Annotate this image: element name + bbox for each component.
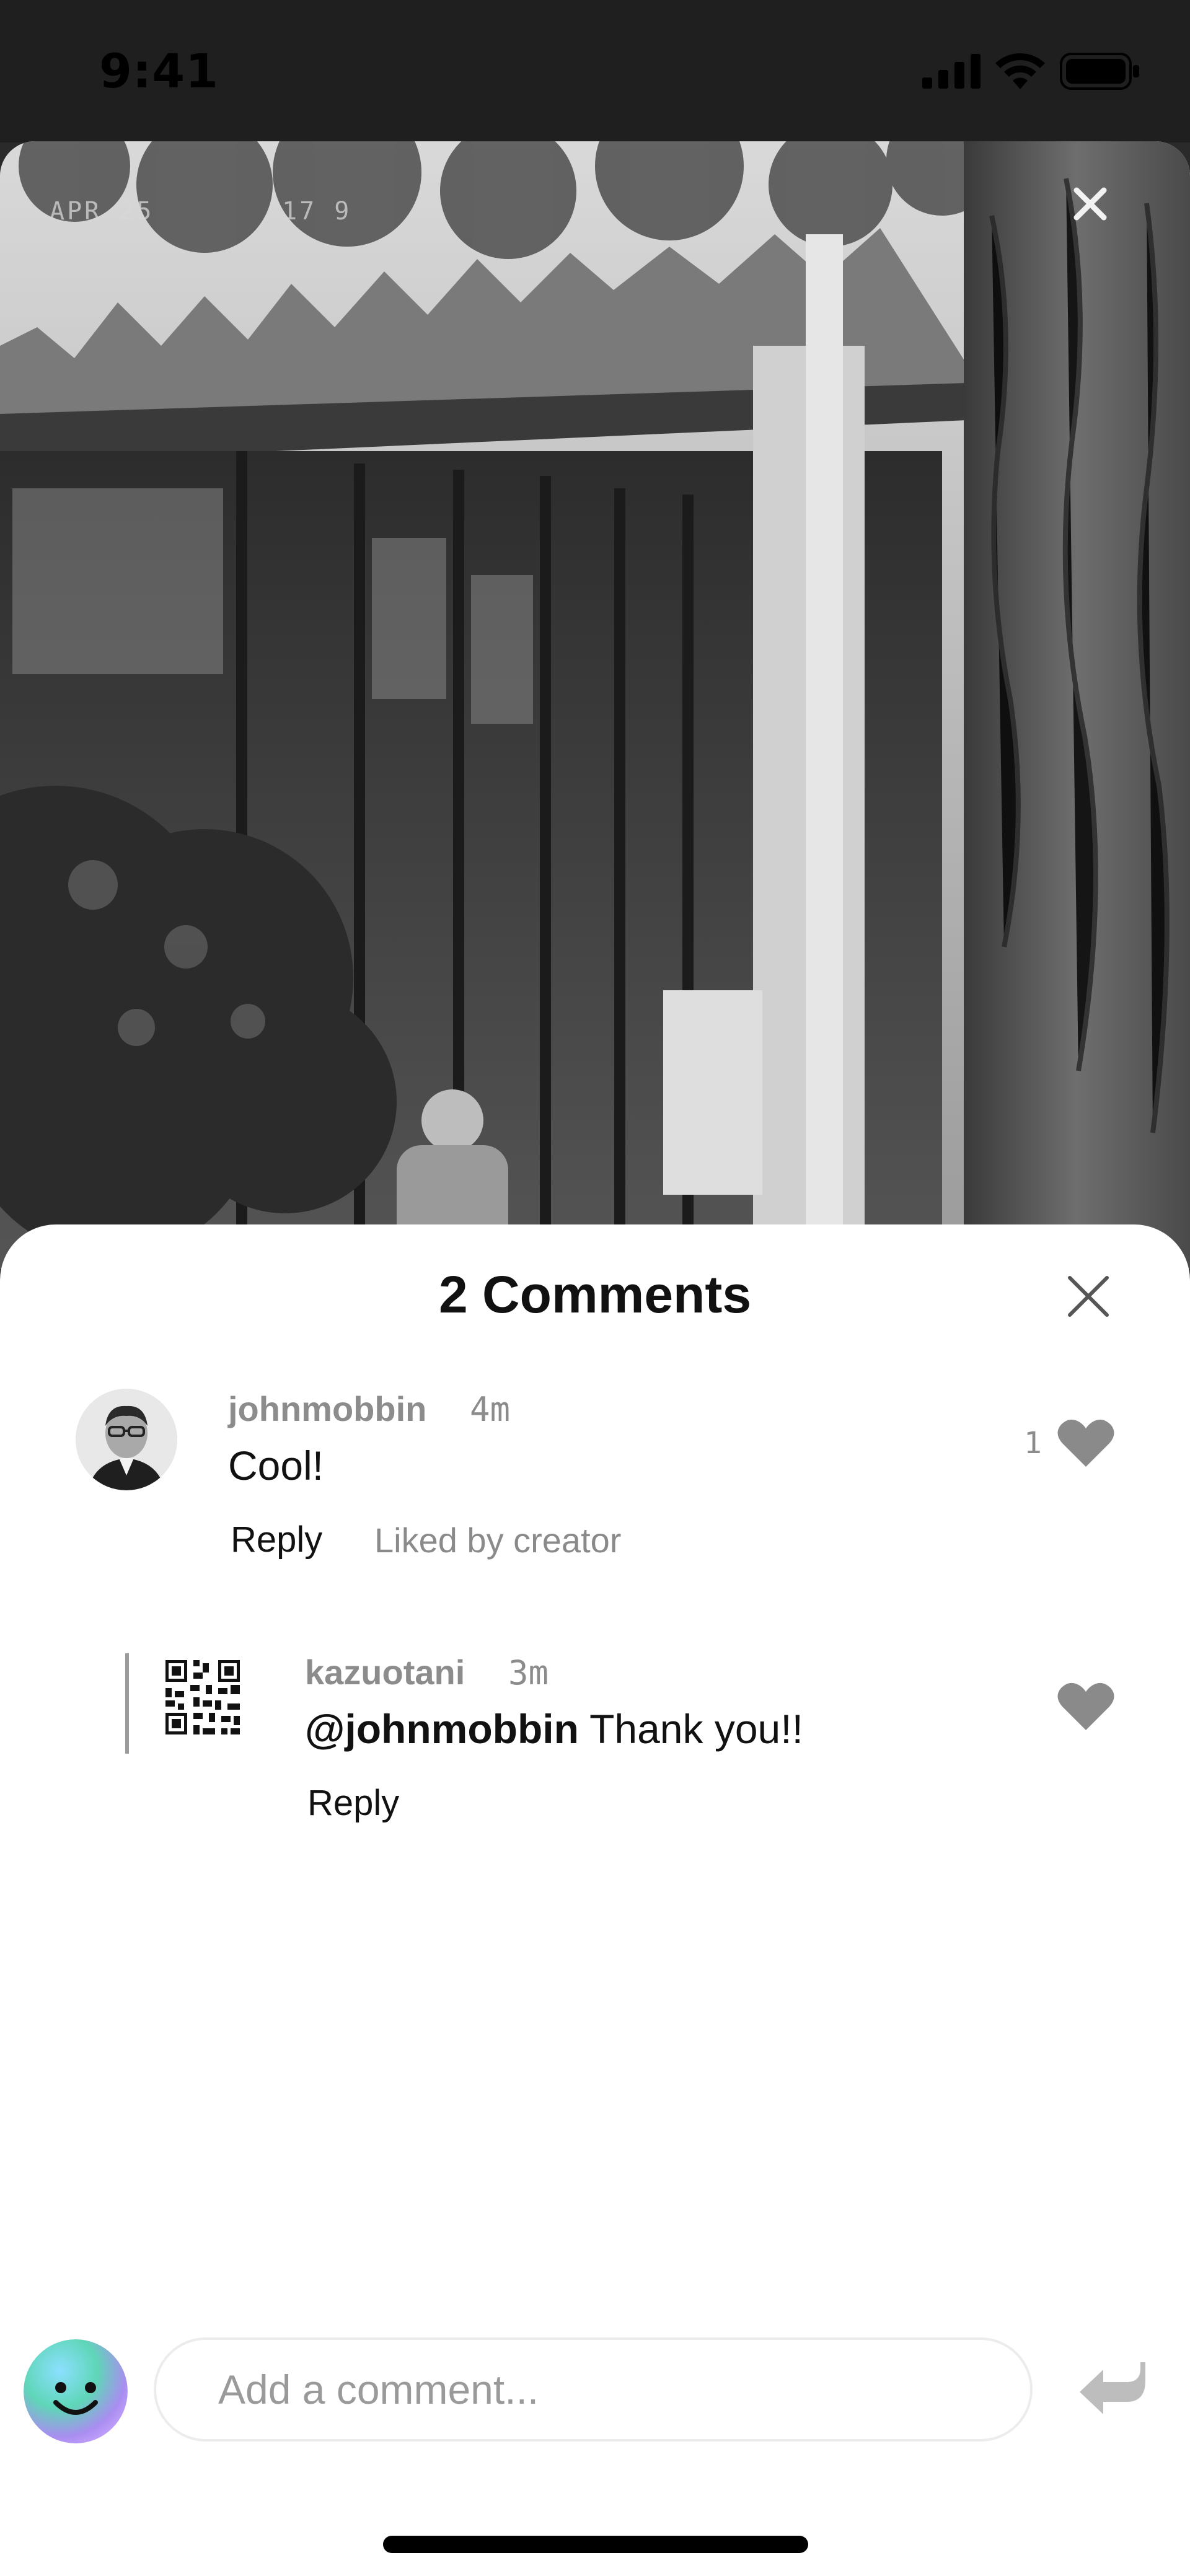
cafe-photo-image xyxy=(0,141,1190,1269)
comment-text: Cool! xyxy=(228,1442,324,1489)
reply-button[interactable]: Reply xyxy=(231,1519,322,1560)
avatar[interactable] xyxy=(162,1657,243,1738)
comment-time: 3m xyxy=(508,1653,549,1692)
status-icons xyxy=(922,53,1140,90)
comment-username[interactable]: johnmobbin xyxy=(228,1389,426,1429)
reply-button[interactable]: Reply xyxy=(307,1782,399,1824)
comments-title: 2 Comments xyxy=(438,1265,752,1324)
photo-date-stamp: APR 25 xyxy=(50,197,154,226)
wifi-icon xyxy=(995,53,1045,89)
qr-code-avatar-icon xyxy=(162,1657,243,1738)
battery-icon xyxy=(1060,53,1139,90)
comment-text: @johnmobbin Thank you!! xyxy=(305,1705,803,1752)
photo-time-stamp: 17 9 xyxy=(282,197,352,226)
composer-avatar[interactable] xyxy=(24,2339,128,2443)
cellular-signal-icon xyxy=(922,54,981,89)
comment-username[interactable]: kazuotani xyxy=(305,1652,465,1692)
close-story-button[interactable] xyxy=(1067,181,1113,227)
status-time: 9:41 xyxy=(99,43,219,99)
like-count: 1 xyxy=(1024,1426,1042,1461)
heart-icon[interactable] xyxy=(1057,1681,1114,1731)
story-photo: APR 25 17 9 xyxy=(0,141,1190,1269)
comment-input[interactable] xyxy=(154,2337,1033,2442)
comment-time: 4m xyxy=(470,1390,511,1429)
avatar[interactable] xyxy=(76,1389,177,1490)
heart-icon[interactable] xyxy=(1057,1417,1114,1468)
comment-body: Cool! xyxy=(228,1443,324,1488)
send-comment-button[interactable] xyxy=(1078,2360,1147,2416)
close-icon xyxy=(1073,187,1107,221)
liked-by-creator-label: Liked by creator xyxy=(374,1521,622,1560)
send-arrow-icon xyxy=(1080,2362,1145,2414)
status-bar: 9:41 xyxy=(0,0,1190,143)
comment-item: kazuotani 3m @johnmobbin Thank you!! Rep… xyxy=(0,1652,1190,1850)
close-icon xyxy=(1068,1276,1109,1317)
smiley-face-icon xyxy=(24,2339,128,2443)
mention-link[interactable]: @johnmobbin xyxy=(305,1706,579,1752)
comment-body: Thank you!! xyxy=(578,1706,803,1752)
user-avatar-image xyxy=(76,1389,177,1490)
close-comments-button[interactable] xyxy=(1066,1274,1111,1319)
home-indicator xyxy=(383,2536,808,2553)
comment-item: johnmobbin 4m Cool! Reply Liked by creat… xyxy=(0,1389,1190,1587)
